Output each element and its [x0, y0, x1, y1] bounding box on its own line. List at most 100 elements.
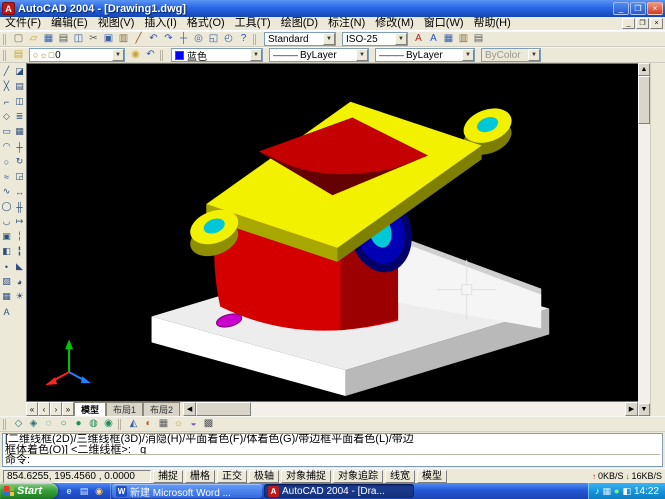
dropdown-arrow-icon[interactable]: ▼ [250, 49, 262, 61]
command-window[interactable]: [二维线框(2D)/三维线框(3D)/消隐(H)/平面着色(F)/体着色(G)/… [0, 432, 665, 468]
tab-nav-button[interactable]: « [26, 402, 38, 416]
region-icon[interactable]: ▦ [0, 289, 13, 304]
dropdown-arrow-icon[interactable]: ▼ [462, 49, 474, 61]
drawing-canvas[interactable] [26, 63, 638, 402]
scale-icon[interactable]: ◲ [13, 169, 26, 184]
scroll-up-icon[interactable]: ▲ [638, 63, 650, 76]
input-method-icon[interactable]: ◧ [622, 487, 631, 496]
new-file-icon[interactable]: ▢ [11, 32, 26, 46]
save-icon[interactable]: ▦ [41, 32, 56, 46]
render-icon[interactable]: ◐ [141, 417, 156, 431]
toolbar-grip[interactable] [253, 34, 258, 45]
copy-icon[interactable]: ▣ [101, 32, 116, 46]
status-toggle-button[interactable]: 模型 [417, 470, 447, 483]
hidden-icon[interactable]: ◌ [41, 417, 56, 431]
point-icon[interactable]: • [0, 259, 13, 274]
line-icon[interactable]: ╱ [0, 64, 13, 79]
circle-icon[interactable]: ○ [0, 154, 13, 169]
layer-previous-icon[interactable]: ↶ [143, 48, 158, 62]
linetype-combo[interactable]: ——— ByLayer ▼ [269, 48, 369, 62]
zoom-previous-icon[interactable]: ◴ [221, 32, 236, 46]
layers-manager-icon[interactable]: ▤ [11, 48, 26, 62]
vscroll-thumb[interactable] [638, 76, 650, 124]
extend-icon[interactable]: ↦ [13, 214, 26, 229]
properties-icon[interactable]: ▤ [471, 32, 486, 46]
arc-icon[interactable]: ◠ [0, 139, 13, 154]
designcenter-icon[interactable]: ▦ [441, 32, 456, 46]
make-object-layer-current-icon[interactable]: ◉ [128, 48, 143, 62]
pan-icon[interactable]: ┼ [176, 32, 191, 46]
menu-item[interactable]: 插入(I) [139, 17, 181, 30]
horizontal-scrollbar[interactable]: ◀ ▶ [183, 402, 638, 416]
3d-wireframe-icon[interactable]: ◈ [26, 417, 41, 431]
dropdown-arrow-icon[interactable]: ▼ [356, 49, 368, 61]
vertical-scrollbar[interactable]: ▲ ▼ [638, 63, 650, 416]
break-icon[interactable]: ╏ [13, 244, 26, 259]
construction-line-icon[interactable]: ╳ [0, 79, 13, 94]
ellipse-icon[interactable]: ◯ [0, 199, 13, 214]
start-button[interactable]: Start [0, 483, 58, 499]
plot-icon[interactable]: ▤ [56, 32, 71, 46]
text-style-combo[interactable]: Standard ▼ [264, 32, 336, 46]
zoom-window-icon[interactable]: ◱ [206, 32, 221, 46]
menu-item[interactable]: 修改(M) [370, 17, 419, 30]
break-at-point-icon[interactable]: ╎ [13, 229, 26, 244]
flat-shaded-edges-icon[interactable]: ◍ [86, 417, 101, 431]
redo-icon[interactable]: ↷ [161, 32, 176, 46]
child-minimize-button[interactable]: _ [622, 18, 635, 29]
menu-item[interactable]: 视图(V) [93, 17, 140, 30]
offset-icon[interactable]: ≣ [13, 109, 26, 124]
cut-icon[interactable]: ✂ [86, 32, 101, 46]
volume-icon[interactable]: ♪ [595, 487, 600, 496]
layer-combo[interactable]: ○☼□ 0 ▼ [29, 48, 125, 62]
open-file-icon[interactable]: ▱ [26, 32, 41, 46]
tab-nav-button[interactable]: ‹ [38, 402, 50, 416]
status-toggle-button[interactable]: 对象捕捉 [281, 470, 331, 483]
mtext-icon[interactable]: A [0, 304, 13, 319]
tab-model[interactable]: 模型 [74, 402, 106, 416]
tab-nav-button[interactable]: › [50, 402, 62, 416]
menu-item[interactable]: 帮助(H) [469, 17, 516, 30]
stretch-icon[interactable]: ↔ [13, 184, 26, 199]
menu-item[interactable]: 格式(O) [182, 17, 230, 30]
scroll-right-icon[interactable]: ▶ [625, 402, 638, 416]
move-icon[interactable]: ┼ [13, 139, 26, 154]
scroll-down-icon[interactable]: ▼ [638, 403, 650, 416]
hscroll-thumb[interactable] [196, 402, 251, 416]
network-icon[interactable]: ▦ [603, 487, 612, 496]
plot-preview-icon[interactable]: ◫ [71, 32, 86, 46]
scroll-left-icon[interactable]: ◀ [183, 402, 196, 416]
restore-button[interactable]: ❐ [630, 2, 646, 15]
menu-item[interactable]: 文件(F) [0, 17, 46, 30]
color-combo[interactable]: 蓝色 ▼ [171, 48, 263, 62]
status-toggle-button[interactable]: 对象追踪 [333, 470, 383, 483]
child-close-button[interactable]: × [650, 18, 663, 29]
polygon-icon[interactable]: ◇ [0, 109, 13, 124]
tab-nav-button[interactable]: » [62, 402, 74, 416]
dropdown-arrow-icon[interactable]: ▼ [395, 33, 407, 45]
undo-icon[interactable]: ↶ [146, 32, 161, 46]
rectangle-icon[interactable]: ▭ [0, 124, 13, 139]
match-properties-icon[interactable]: ╱ [131, 32, 146, 46]
mapping-icon[interactable]: ▩ [201, 417, 216, 431]
status-toggle-button[interactable]: 捕捉 [153, 470, 183, 483]
tab-layout2[interactable]: 布局2 [143, 402, 180, 416]
spline-icon[interactable]: ∿ [0, 184, 13, 199]
toolbar-grip[interactable] [160, 50, 165, 61]
autocad-task-button[interactable]: A AutoCAD 2004 - [Dra... [264, 484, 414, 498]
2d-wireframe-icon[interactable]: ◇ [11, 417, 26, 431]
gouraud-shaded-edges-icon[interactable]: ◉ [101, 417, 116, 431]
paste-icon[interactable]: ▥ [116, 32, 131, 46]
status-toggle-button[interactable]: 栅格 [185, 470, 215, 483]
scenes-icon[interactable]: ▦ [156, 417, 171, 431]
hatch-icon[interactable]: ▨ [0, 274, 13, 289]
show-desktop-icon[interactable]: ▤ [78, 485, 90, 497]
menu-item[interactable]: 窗口(W) [419, 17, 469, 30]
revision-cloud-icon[interactable]: ≈ [0, 169, 13, 184]
mirror-icon[interactable]: ◫ [13, 94, 26, 109]
toolbar-grip[interactable] [3, 50, 8, 61]
toolbar-grip[interactable] [3, 419, 8, 430]
materials-icon[interactable]: ◒ [186, 417, 201, 431]
insert-block-icon[interactable]: ▣ [0, 229, 13, 244]
ellipse-arc-icon[interactable]: ◡ [0, 214, 13, 229]
